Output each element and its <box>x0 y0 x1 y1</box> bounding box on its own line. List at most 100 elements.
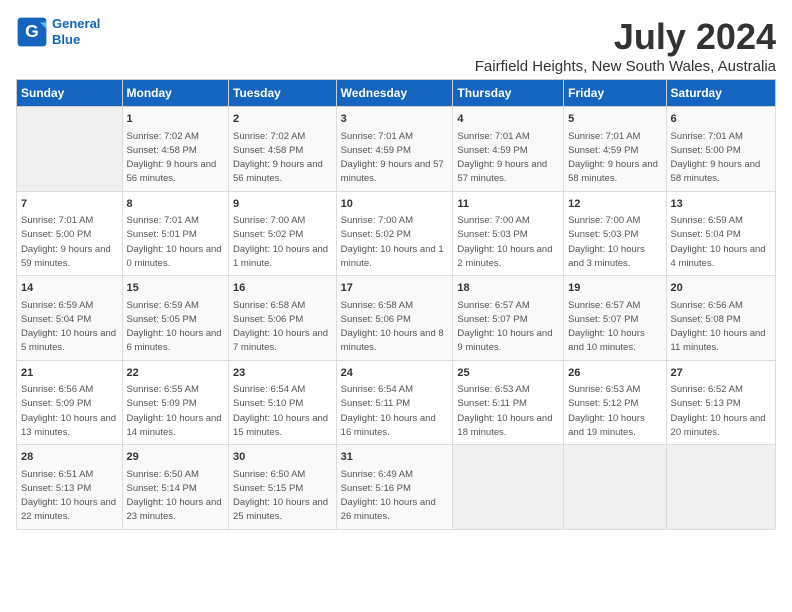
day-number: 25 <box>457 365 559 382</box>
day-number: 13 <box>671 196 771 213</box>
day-number: 5 <box>568 111 661 128</box>
calendar-cell: 21Sunrise: 6:56 AMSunset: 5:09 PMDayligh… <box>17 360 123 445</box>
cell-line: Sunset: 4:58 PM <box>127 144 224 158</box>
cell-line: Daylight: 10 hours and 1 minute. <box>233 243 332 272</box>
cell-content: Sunrise: 6:49 AMSunset: 5:16 PMDaylight:… <box>341 468 449 525</box>
cell-line: Sunrise: 7:02 AM <box>233 130 332 144</box>
cell-content: Sunrise: 7:02 AMSunset: 4:58 PMDaylight:… <box>127 130 224 187</box>
calendar-table: SundayMondayTuesdayWednesdayThursdayFrid… <box>16 79 776 530</box>
logo-name1: General <box>52 16 100 31</box>
cell-line: Daylight: 10 hours and 7 minutes. <box>233 327 332 356</box>
cell-line: Sunset: 5:14 PM <box>127 482 224 496</box>
cell-content: Sunrise: 6:54 AMSunset: 5:10 PMDaylight:… <box>233 383 332 440</box>
cell-line: Sunrise: 7:01 AM <box>457 130 559 144</box>
day-number: 8 <box>127 196 224 213</box>
calendar-cell: 10Sunrise: 7:00 AMSunset: 5:02 PMDayligh… <box>336 191 453 276</box>
cell-line: Sunrise: 7:01 AM <box>127 214 224 228</box>
cell-content: Sunrise: 6:54 AMSunset: 5:11 PMDaylight:… <box>341 383 449 440</box>
day-number: 19 <box>568 280 661 297</box>
calendar-cell: 8Sunrise: 7:01 AMSunset: 5:01 PMDaylight… <box>122 191 228 276</box>
header-wednesday: Wednesday <box>336 80 453 107</box>
calendar-cell: 2Sunrise: 7:02 AMSunset: 4:58 PMDaylight… <box>229 107 337 192</box>
calendar-cell: 7Sunrise: 7:01 AMSunset: 5:00 PMDaylight… <box>17 191 123 276</box>
cell-line: Daylight: 9 hours and 58 minutes. <box>568 158 661 187</box>
day-number: 7 <box>21 196 118 213</box>
cell-line: Sunrise: 6:56 AM <box>671 299 771 313</box>
svg-text:G: G <box>25 21 39 41</box>
cell-line: Sunrise: 6:54 AM <box>341 383 449 397</box>
day-number: 10 <box>341 196 449 213</box>
cell-line: Sunset: 5:03 PM <box>568 228 661 242</box>
cell-line: Sunrise: 6:59 AM <box>671 214 771 228</box>
calendar-cell: 14Sunrise: 6:59 AMSunset: 5:04 PMDayligh… <box>17 276 123 361</box>
cell-line: Sunrise: 7:02 AM <box>127 130 224 144</box>
calendar-cell: 9Sunrise: 7:00 AMSunset: 5:02 PMDaylight… <box>229 191 337 276</box>
week-row-4: 21Sunrise: 6:56 AMSunset: 5:09 PMDayligh… <box>17 360 776 445</box>
cell-line: Sunset: 5:13 PM <box>671 397 771 411</box>
cell-line: Sunset: 4:58 PM <box>233 144 332 158</box>
cell-line: Daylight: 10 hours and 18 minutes. <box>457 412 559 441</box>
calendar-cell <box>17 107 123 192</box>
calendar-cell: 5Sunrise: 7:01 AMSunset: 4:59 PMDaylight… <box>564 107 666 192</box>
cell-content: Sunrise: 6:56 AMSunset: 5:08 PMDaylight:… <box>671 299 771 356</box>
day-number: 15 <box>127 280 224 297</box>
week-row-1: 1Sunrise: 7:02 AMSunset: 4:58 PMDaylight… <box>17 107 776 192</box>
cell-line: Sunset: 5:02 PM <box>341 228 449 242</box>
calendar-cell: 15Sunrise: 6:59 AMSunset: 5:05 PMDayligh… <box>122 276 228 361</box>
cell-line: Daylight: 10 hours and 3 minutes. <box>568 243 661 272</box>
cell-line: Sunset: 5:15 PM <box>233 482 332 496</box>
cell-content: Sunrise: 7:01 AMSunset: 5:01 PMDaylight:… <box>127 214 224 271</box>
cell-content: Sunrise: 7:00 AMSunset: 5:03 PMDaylight:… <box>568 214 661 271</box>
cell-line: Sunset: 5:11 PM <box>457 397 559 411</box>
cell-line: Sunset: 5:02 PM <box>233 228 332 242</box>
cell-line: Daylight: 10 hours and 6 minutes. <box>127 327 224 356</box>
day-number: 28 <box>21 449 118 466</box>
calendar-cell: 13Sunrise: 6:59 AMSunset: 5:04 PMDayligh… <box>666 191 775 276</box>
header-thursday: Thursday <box>453 80 564 107</box>
cell-line: Sunrise: 6:53 AM <box>457 383 559 397</box>
cell-line: Sunrise: 6:59 AM <box>21 299 118 313</box>
cell-line: Sunrise: 6:56 AM <box>21 383 118 397</box>
cell-line: Sunset: 5:13 PM <box>21 482 118 496</box>
cell-content: Sunrise: 7:01 AMSunset: 4:59 PMDaylight:… <box>341 130 449 187</box>
cell-line: Daylight: 10 hours and 8 minutes. <box>341 327 449 356</box>
cell-line: Daylight: 10 hours and 11 minutes. <box>671 327 771 356</box>
cell-line: Sunset: 5:16 PM <box>341 482 449 496</box>
calendar-cell: 20Sunrise: 6:56 AMSunset: 5:08 PMDayligh… <box>666 276 775 361</box>
calendar-cell: 24Sunrise: 6:54 AMSunset: 5:11 PMDayligh… <box>336 360 453 445</box>
logo-name2: Blue <box>52 32 80 47</box>
calendar-cell: 17Sunrise: 6:58 AMSunset: 5:06 PMDayligh… <box>336 276 453 361</box>
cell-line: Sunrise: 7:00 AM <box>568 214 661 228</box>
calendar-cell: 30Sunrise: 6:50 AMSunset: 5:15 PMDayligh… <box>229 445 337 530</box>
cell-line: Sunrise: 7:01 AM <box>671 130 771 144</box>
cell-line: Sunset: 5:04 PM <box>671 228 771 242</box>
logo-icon: G <box>16 16 48 48</box>
cell-content: Sunrise: 7:00 AMSunset: 5:02 PMDaylight:… <box>233 214 332 271</box>
cell-content: Sunrise: 6:51 AMSunset: 5:13 PMDaylight:… <box>21 468 118 525</box>
week-row-5: 28 Sunrise: 6:51 AMSunset: 5:13 PMDayligh… <box>17 445 776 530</box>
calendar-cell: 16Sunrise: 6:58 AMSunset: 5:06 PMDayligh… <box>229 276 337 361</box>
cell-line: Sunrise: 7:00 AM <box>457 214 559 228</box>
calendar-cell: 11Sunrise: 7:00 AMSunset: 5:03 PMDayligh… <box>453 191 564 276</box>
cell-line: Sunset: 5:09 PM <box>21 397 118 411</box>
cell-line: Sunset: 4:59 PM <box>341 144 449 158</box>
cell-content: Sunrise: 7:01 AMSunset: 5:00 PMDaylight:… <box>671 130 771 187</box>
cell-line: Daylight: 9 hours and 56 minutes. <box>127 158 224 187</box>
calendar-cell: 31Sunrise: 6:49 AMSunset: 5:16 PMDayligh… <box>336 445 453 530</box>
cell-line: Sunset: 5:03 PM <box>457 228 559 242</box>
cell-line: Daylight: 10 hours and 13 minutes. <box>21 412 118 441</box>
cell-line: Daylight: 10 hours and 25 minutes. <box>233 496 332 525</box>
cell-line: Daylight: 10 hours and 26 minutes. <box>341 496 449 525</box>
cell-content: Sunrise: 7:01 AMSunset: 5:00 PMDaylight:… <box>21 214 118 271</box>
cell-line: Sunrise: 6:54 AM <box>233 383 332 397</box>
cell-content: Sunrise: 6:50 AMSunset: 5:15 PMDaylight:… <box>233 468 332 525</box>
cell-line: Sunset: 4:59 PM <box>457 144 559 158</box>
cell-line: Daylight: 10 hours and 15 minutes. <box>233 412 332 441</box>
day-number: 24 <box>341 365 449 382</box>
cell-line: Sunrise: 6:55 AM <box>127 383 224 397</box>
calendar-cell: 1Sunrise: 7:02 AMSunset: 4:58 PMDaylight… <box>122 107 228 192</box>
cell-line: Daylight: 10 hours and 22 minutes. <box>21 496 118 525</box>
cell-content: Sunrise: 7:01 AMSunset: 4:59 PMDaylight:… <box>457 130 559 187</box>
day-number: 2 <box>233 111 332 128</box>
cell-line: Daylight: 10 hours and 2 minutes. <box>457 243 559 272</box>
